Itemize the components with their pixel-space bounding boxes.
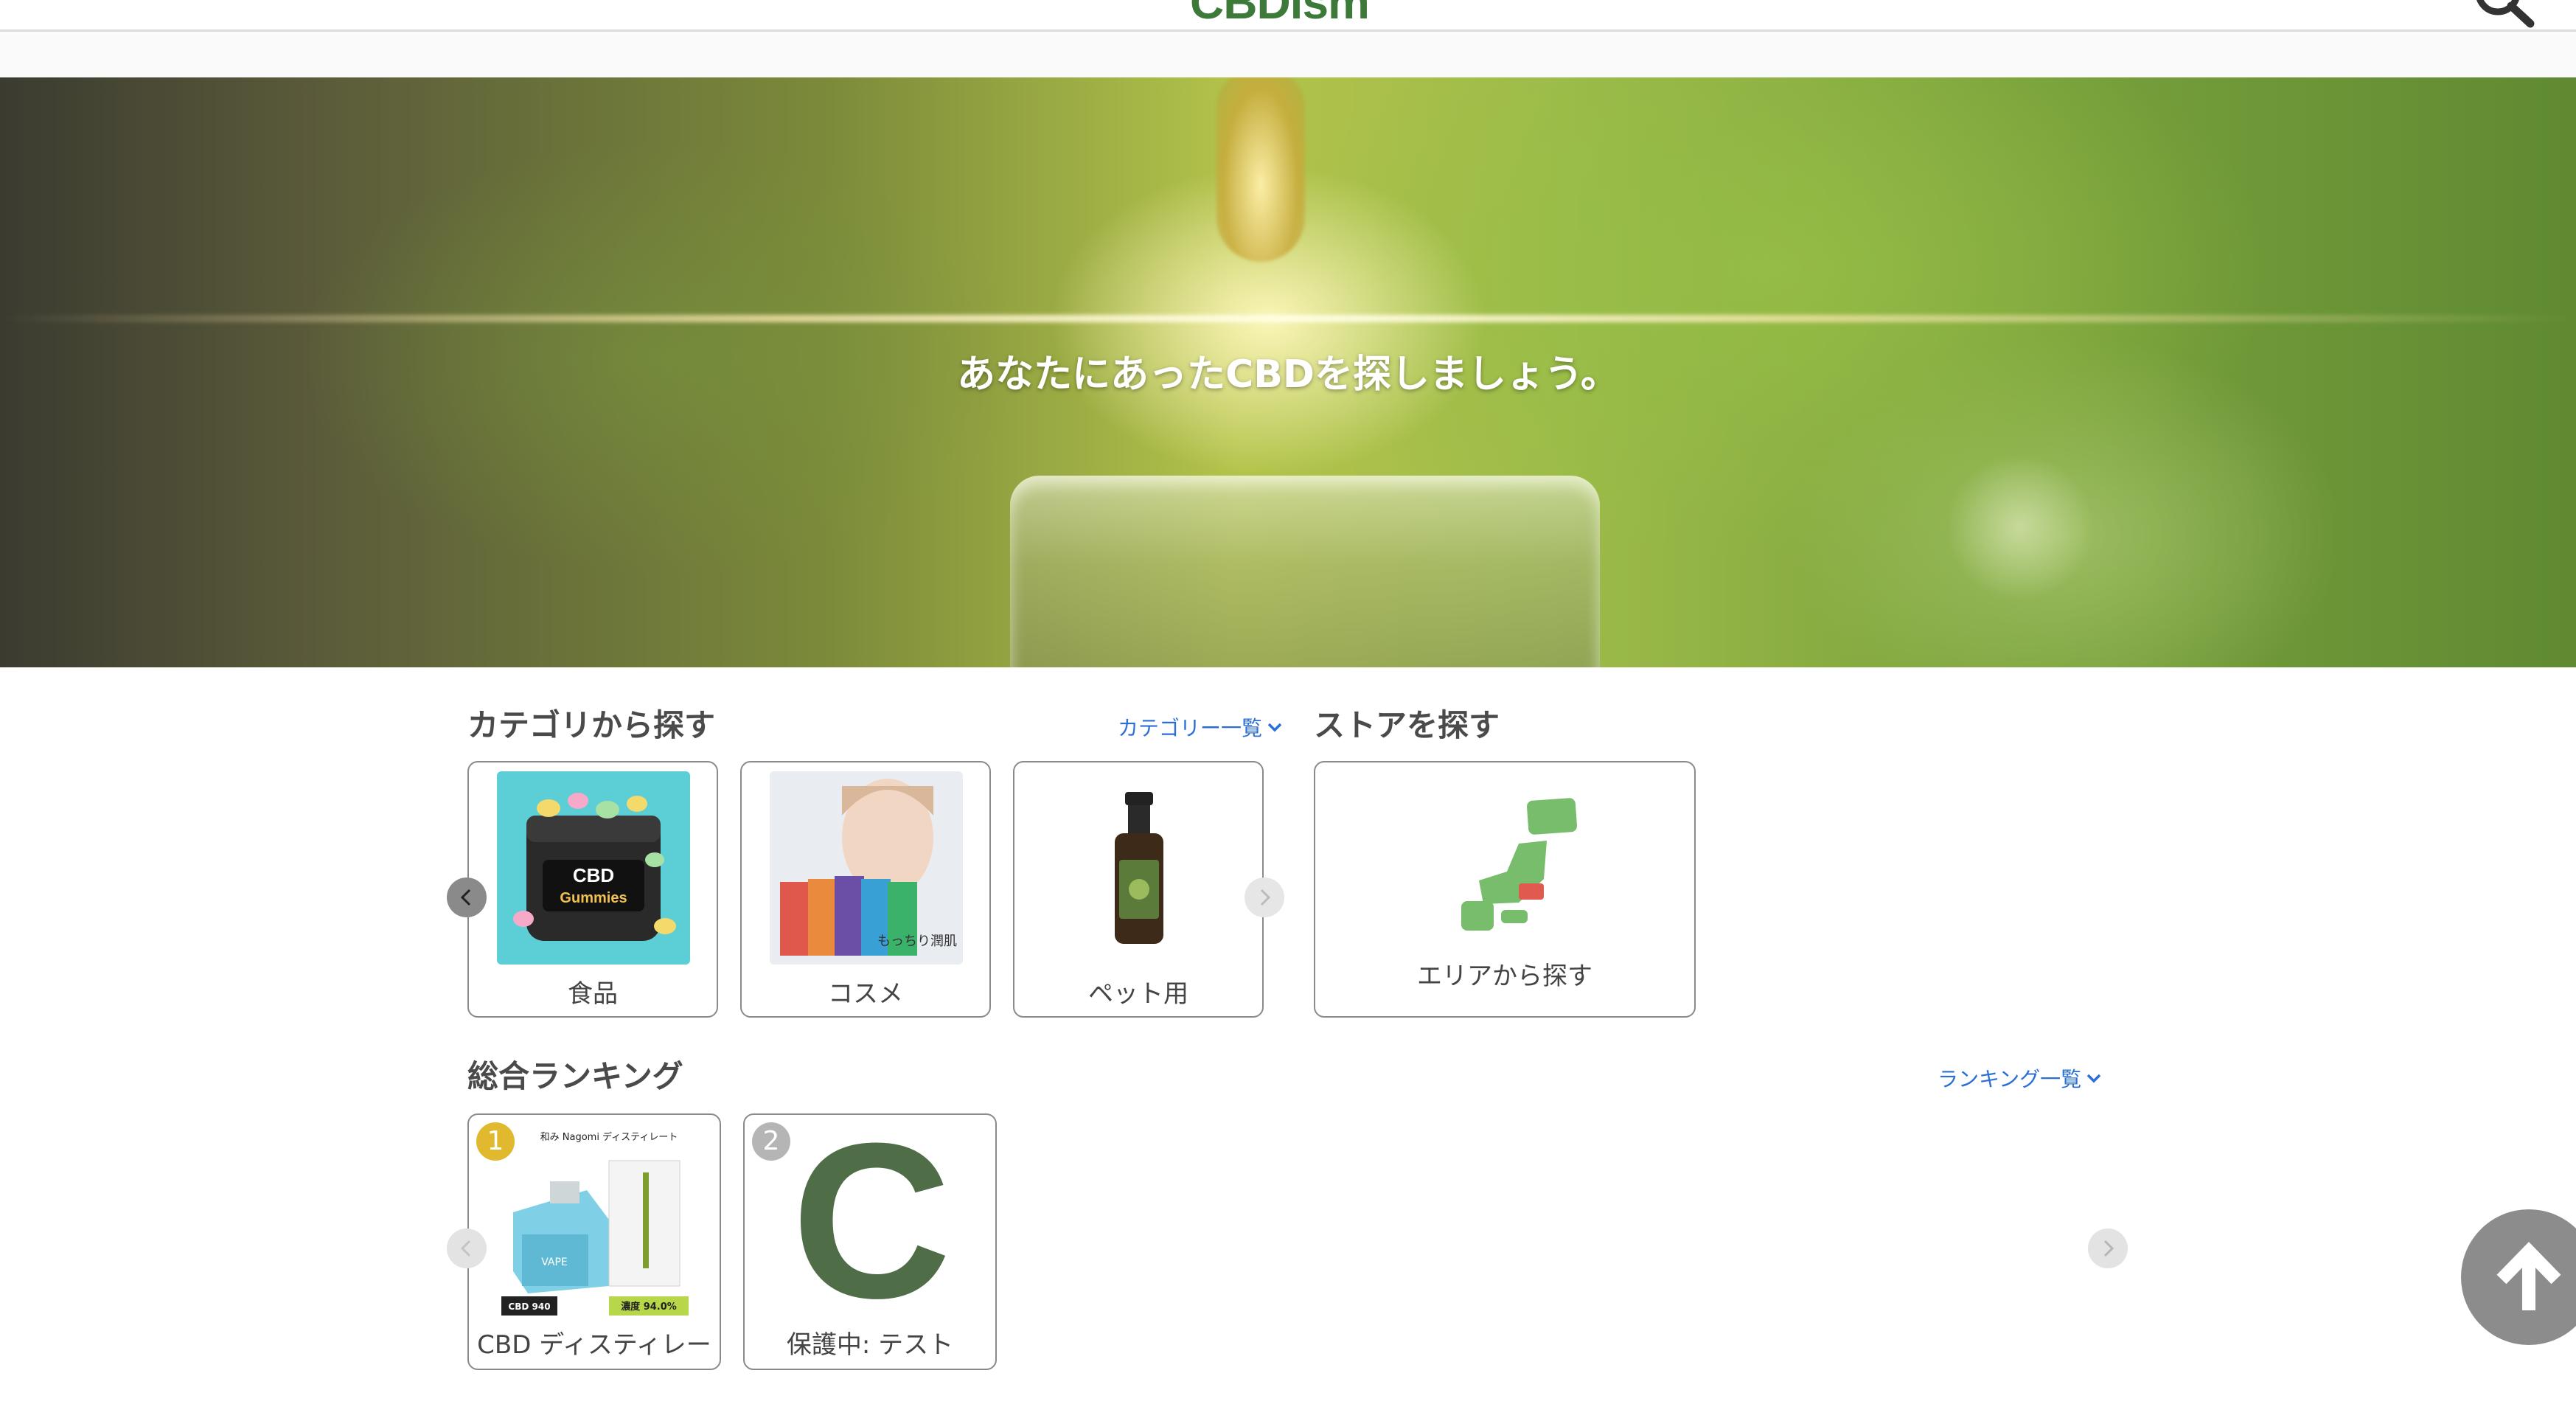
hero-title: あなたにあったCBDを探しましょう。 <box>957 352 1619 397</box>
category-next-button[interactable] <box>1245 878 1284 917</box>
ranking-label-2: 保護中: テスト <box>786 1330 954 1360</box>
oil-bottle-image <box>1042 771 1236 965</box>
ranking-card-1[interactable]: 和み Nagomi ディスティレート VAPE CBD 940 濃度 94.0%… <box>467 1113 721 1370</box>
category-list-link-label: カテゴリー一覧 <box>1118 716 1263 740</box>
hero-bottle <box>1010 476 1600 667</box>
search-button[interactable] <box>2473 0 2536 29</box>
gummies-jar-image: CBD Gummies <box>497 771 690 965</box>
back-to-top-button[interactable] <box>2461 1209 2576 1345</box>
category-section-title: カテゴリから探す <box>467 707 716 743</box>
hero-oil-drop <box>1216 77 1305 262</box>
category-prev-button[interactable] <box>447 878 487 917</box>
ranking-next-button[interactable] <box>2088 1228 2128 1268</box>
chevron-right-icon <box>2103 1240 2114 1257</box>
svg-text:Gummies: Gummies <box>560 890 627 906</box>
cbd-amount-text: CBD 940 <box>508 1302 550 1312</box>
ranking-product-image-1: 和み Nagomi ディスティレート VAPE CBD 940 濃度 94.0% <box>498 1124 693 1317</box>
hero-bokeh <box>1946 453 2094 601</box>
chevron-right-icon <box>1260 889 1271 906</box>
header-spacer <box>0 32 2576 77</box>
arrow-up-icon <box>2496 1242 2561 1310</box>
category-label-cosme: コスメ <box>828 979 903 1009</box>
ranking-list-link[interactable]: ランキング一覧 <box>1938 1063 2103 1093</box>
category-card-cosme[interactable]: もっちり潤肌 コスメ <box>740 761 991 1018</box>
ranking-product-image-2: C <box>774 1124 969 1317</box>
placeholder-letter-c: C <box>791 1124 952 1317</box>
svg-text:VAPE: VAPE <box>541 1257 568 1268</box>
ranking-image-caption-1: 和み Nagomi ディスティレート <box>540 1131 678 1143</box>
rank-badge-2: 2 <box>752 1122 790 1161</box>
cbd-concentration-text: 濃度 94.0% <box>621 1301 677 1313</box>
store-section-title: ストアを探す <box>1314 707 1500 743</box>
store-area-card[interactable]: エリアから探す <box>1314 761 1696 1018</box>
category-label-food: 食品 <box>568 979 618 1009</box>
ranking-card-2[interactable]: C 2 保護中: テスト <box>743 1113 997 1370</box>
site-header: CBDism <box>0 0 2576 32</box>
category-card-food[interactable]: CBD Gummies 食品 <box>467 761 718 1018</box>
chevron-left-icon <box>460 1240 471 1257</box>
chevron-down-icon <box>2086 1074 2101 1083</box>
rank-badge-1: 1 <box>476 1122 515 1161</box>
search-icon <box>2476 0 2535 28</box>
category-card-pet[interactable]: ペット用 <box>1013 761 1264 1018</box>
ranking-label-1: CBD ディスティレー <box>477 1330 711 1360</box>
face-mask-image: もっちり潤肌 <box>770 771 963 965</box>
svg-text:もっちり潤肌: もっちり潤肌 <box>877 934 957 949</box>
ranking-section-title: 総合ランキング <box>467 1058 683 1094</box>
chevron-left-icon <box>460 889 471 906</box>
svg-text:CBD: CBD <box>573 864 614 886</box>
ranking-list-link-label: ランキング一覧 <box>1938 1067 2082 1091</box>
hero-banner: あなたにあったCBDを探しましょう。 <box>0 77 2576 667</box>
hero-light-streak <box>0 315 2576 322</box>
area-search-label: エリアから探す <box>1417 962 1592 991</box>
ranking-prev-button[interactable] <box>447 1228 487 1268</box>
chevron-down-icon <box>1267 723 1282 732</box>
category-label-pet: ペット用 <box>1088 979 1188 1009</box>
site-logo[interactable]: CBDism <box>1190 0 1370 29</box>
japan-map-icon <box>1461 798 1577 931</box>
category-list-link[interactable]: カテゴリー一覧 <box>1118 712 1284 742</box>
